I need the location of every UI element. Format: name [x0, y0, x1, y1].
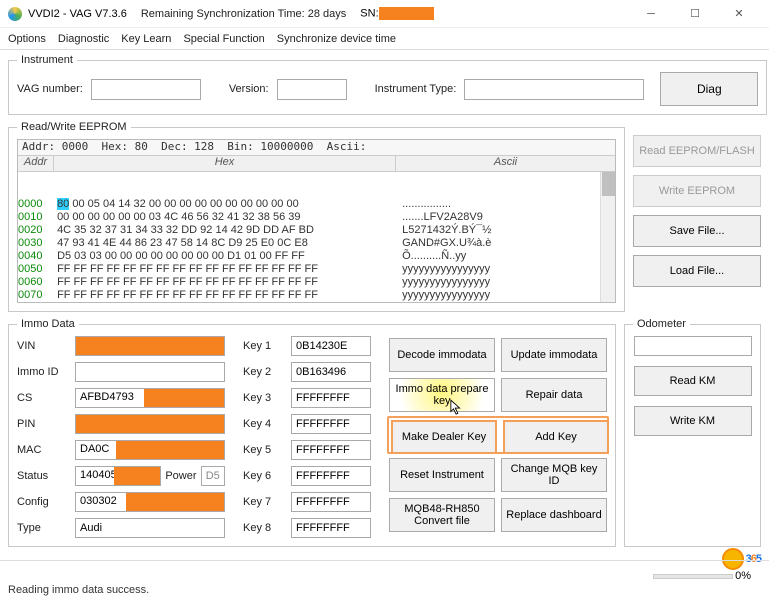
type-label: Type [17, 522, 69, 534]
key8-label: Key 8 [243, 522, 285, 534]
hex-row[interactable]: 0070 FF FF FF FF FF FF FF FF FF FF FF FF… [18, 289, 615, 302]
eeprom-legend: Read/Write EEPROM [17, 121, 131, 133]
key3-value: FFFFFFFF [291, 388, 371, 408]
key8-value: FFFFFFFF [291, 518, 371, 538]
vag-number-label: VAG number: [17, 83, 83, 95]
menu-key-learn[interactable]: Key Learn [121, 33, 171, 45]
config-value: 030302 [75, 492, 225, 512]
key2-label: Key 2 [243, 366, 285, 378]
key5-value: FFFFFFFF [291, 440, 371, 460]
hex-row[interactable]: 0040 D5 03 03 00 00 00 00 00 00 00 00 D1… [18, 250, 615, 263]
decode-immodata-button[interactable]: Decode immodata [389, 338, 495, 372]
status-row: 140405 Power D5 [75, 466, 225, 486]
key7-value: FFFFFFFF [291, 492, 371, 512]
save-file-button[interactable]: Save File... [633, 215, 761, 247]
eeprom-group: Read/Write EEPROM Addr: 0000 Hex: 80 Dec… [8, 121, 625, 312]
hex-row[interactable]: 0000 80 00 05 04 14 32 00 00 00 00 00 00… [18, 198, 615, 211]
version-label: Version: [229, 83, 269, 95]
menu-options[interactable]: Options [8, 33, 46, 45]
cs-value: AFBD4793 [75, 388, 225, 408]
reset-instrument-button[interactable]: Reset Instrument [389, 458, 495, 492]
key3-label: Key 3 [243, 392, 285, 404]
menu-diagnostic[interactable]: Diagnostic [58, 33, 109, 45]
odometer-value[interactable] [634, 336, 752, 356]
key4-label: Key 4 [243, 418, 285, 430]
sync-time-label: Remaining Synchronization Time: 28 days [141, 8, 346, 20]
key6-label: Key 6 [243, 470, 285, 482]
vin-value [75, 336, 225, 356]
key4-value: FFFFFFFF [291, 414, 371, 434]
immo-legend: Immo Data [17, 318, 79, 330]
serial-number-masked [379, 7, 434, 20]
instrument-group: Instrument VAG number: Version: Instrume… [8, 54, 767, 115]
immo-prepare-key-button[interactable]: Immo data prepare key [389, 378, 495, 412]
read-eeprom-button[interactable]: Read EEPROM/FLASH [633, 135, 761, 167]
hex-row[interactable]: 0020 4C 35 32 37 31 34 33 32 DD 92 14 42… [18, 224, 615, 237]
hex-row[interactable]: 0060 FF FF FF FF FF FF FF FF FF FF FF FF… [18, 276, 615, 289]
key1-value: 0B14230E [291, 336, 371, 356]
update-immodata-button[interactable]: Update immodata [501, 338, 607, 372]
key2-value: 0B163496 [291, 362, 371, 382]
menu-synchronize[interactable]: Synchronize device time [277, 33, 396, 45]
replace-dashboard-button[interactable]: Replace dashboard [501, 498, 607, 532]
hex-info-line: Addr: 0000 Hex: 80 Dec: 128 Bin: 1000000… [18, 140, 615, 156]
cs-label: CS [17, 392, 69, 404]
close-button[interactable]: ✕ [717, 0, 761, 28]
hex-col-ascii: Ascii [396, 156, 615, 171]
immoid-label: Immo ID [17, 366, 69, 378]
hex-viewer[interactable]: Addr: 0000 Hex: 80 Dec: 128 Bin: 1000000… [17, 139, 616, 303]
add-key-button[interactable]: Add Key [503, 420, 609, 454]
immo-group: Immo Data VIN Immo ID CS AFBD4793 PIN MA… [8, 318, 616, 547]
instrument-legend: Instrument [17, 54, 77, 66]
hex-col-hex: Hex [54, 156, 396, 171]
key1-label: Key 1 [243, 340, 285, 352]
odometer-legend: Odometer [633, 318, 690, 330]
status-label: Status [17, 470, 69, 482]
minimize-button[interactable]: ─ [629, 0, 673, 28]
diag-button[interactable]: Diag [660, 72, 758, 106]
hex-row[interactable]: 0030 47 93 41 4E 44 86 23 47 58 14 8C D9… [18, 237, 615, 250]
vag-number-input[interactable] [91, 79, 201, 100]
power-value: D5 [201, 466, 225, 486]
mac-value: DA0C [75, 440, 225, 460]
window-title: VVDI2 - VAG V7.3.6 [28, 8, 127, 20]
pin-value [75, 414, 225, 434]
window-titlebar: VVDI2 - VAG V7.3.6 Remaining Synchroniza… [0, 0, 769, 28]
config-label: Config [17, 496, 69, 508]
vin-label: VIN [17, 340, 69, 352]
mac-label: MAC [17, 444, 69, 456]
type-value: Audi [75, 518, 225, 538]
serial-number-label: SN: [360, 7, 433, 20]
status-message: Reading immo data success. [8, 584, 149, 596]
instrument-type-input[interactable] [464, 79, 644, 100]
make-dealer-key-button[interactable]: Make Dealer Key [391, 420, 497, 454]
hex-row[interactable]: 0010 00 00 00 00 00 00 03 4C 46 56 32 41… [18, 211, 615, 224]
write-km-button[interactable]: Write KM [634, 406, 752, 436]
change-mqb-key-id-button[interactable]: Change MQB key ID [501, 458, 607, 492]
status-bar: Reading immo data success. [0, 560, 769, 600]
maximize-button[interactable]: ☐ [673, 0, 717, 28]
key6-value: FFFFFFFF [291, 466, 371, 486]
version-input[interactable] [277, 79, 347, 100]
write-eeprom-button[interactable]: Write EEPROM [633, 175, 761, 207]
hex-col-addr: Addr [18, 156, 54, 171]
menu-special-function[interactable]: Special Function [183, 33, 264, 45]
mqb48-convert-button[interactable]: MQB48-RH850 Convert file [389, 498, 495, 532]
app-logo-icon [8, 7, 22, 21]
hex-row[interactable]: 0050 FF FF FF FF FF FF FF FF FF FF FF FF… [18, 263, 615, 276]
pin-label: PIN [17, 418, 69, 430]
repair-data-button[interactable]: Repair data [501, 378, 607, 412]
key5-label: Key 5 [243, 444, 285, 456]
instrument-type-label: Instrument Type: [375, 83, 457, 95]
odometer-group: Odometer Read KM Write KM [624, 318, 761, 547]
load-file-button[interactable]: Load File... [633, 255, 761, 287]
immoid-value [75, 362, 225, 382]
hex-scrollbar[interactable] [600, 172, 615, 302]
read-km-button[interactable]: Read KM [634, 366, 752, 396]
key7-label: Key 7 [243, 496, 285, 508]
menubar: Options Diagnostic Key Learn Special Fun… [0, 28, 769, 50]
